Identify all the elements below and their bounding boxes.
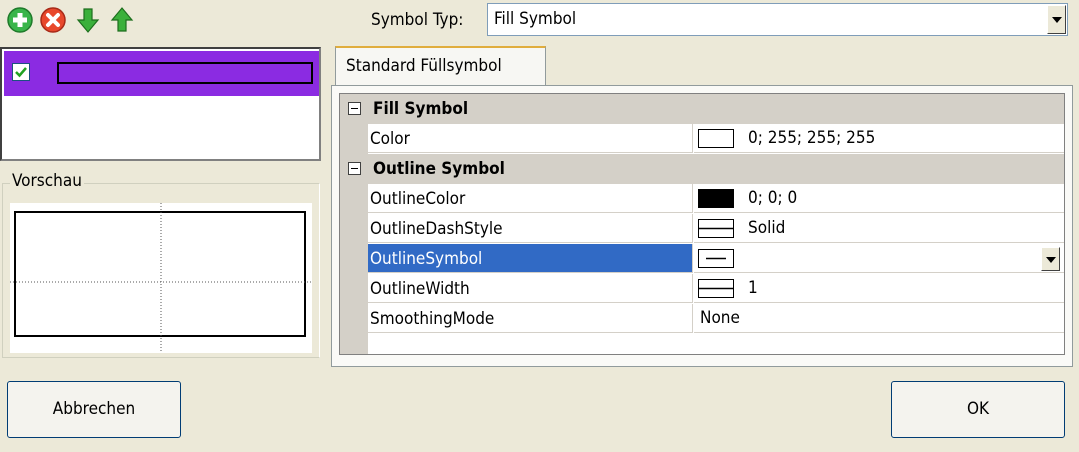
property-row-smoothing-mode[interactable]: SmoothingMode None [340, 304, 1064, 334]
remove-icon[interactable] [39, 6, 67, 34]
property-name: SmoothingMode [370, 309, 495, 329]
property-value[interactable]: None [700, 304, 740, 333]
solid-line-icon [698, 219, 734, 238]
property-value[interactable]: Solid [748, 214, 785, 243]
line-symbol-icon [698, 249, 734, 268]
property-name: Color [370, 129, 410, 149]
chevron-down-icon [1046, 257, 1056, 263]
property-value[interactable]: 0; 0; 0 [748, 184, 797, 213]
layer-visible-checkbox[interactable] [12, 63, 30, 81]
tab-label: Standard Füllsymbol [346, 56, 502, 76]
add-icon[interactable] [6, 6, 34, 34]
cancel-button-label: Abbrechen [52, 399, 136, 419]
property-name: OutlineDashStyle [370, 219, 503, 239]
preview-crosshair [10, 203, 312, 353]
dropdown-button[interactable] [1047, 5, 1066, 34]
property-row-outline-dash-style[interactable]: OutlineDashStyle Solid [340, 214, 1064, 244]
color-swatch [698, 129, 734, 148]
property-name: OutlineSymbol [370, 249, 483, 269]
property-value[interactable]: 0; 255; 255; 255 [748, 124, 875, 153]
line-width-icon [698, 279, 734, 298]
category-label: Outline Symbol [373, 159, 505, 179]
property-value[interactable]: 1 [748, 274, 758, 303]
ok-button[interactable]: OK [891, 381, 1065, 438]
collapse-icon[interactable] [348, 102, 361, 115]
preview-legend: Vorschau [10, 171, 84, 191]
layer-list[interactable] [0, 47, 321, 161]
property-row-outline-symbol[interactable]: OutlineSymbol [340, 244, 1064, 274]
tab-standard-fuellsymbol[interactable]: Standard Füllsymbol [335, 46, 546, 86]
move-down-icon[interactable] [74, 6, 102, 34]
cancel-button[interactable]: Abbrechen [7, 381, 181, 438]
property-name: OutlineColor [370, 189, 466, 209]
outline-symbol-dropdown-button[interactable] [1041, 247, 1060, 271]
property-row-color[interactable]: Color 0; 255; 255; 255 [340, 124, 1064, 154]
symbol-type-value: Fill Symbol [494, 9, 577, 29]
layer-symbol-swatch [57, 62, 313, 84]
ok-button-label: OK [966, 399, 990, 419]
move-up-icon[interactable] [108, 6, 136, 34]
property-grid[interactable]: Fill Symbol Color 0; 255; 255; 255 Outli… [339, 93, 1065, 355]
checkmark-icon [15, 67, 27, 78]
category-fill-symbol[interactable]: Fill Symbol [340, 94, 1064, 124]
property-name: OutlineWidth [370, 279, 470, 299]
collapse-icon[interactable] [348, 162, 361, 175]
list-item[interactable] [4, 51, 319, 96]
symbol-type-label: Symbol Typ: [371, 10, 464, 30]
chevron-down-icon [1052, 17, 1062, 23]
property-row-outline-width[interactable]: OutlineWidth 1 [340, 274, 1064, 304]
property-row-outline-color[interactable]: OutlineColor 0; 0; 0 [340, 184, 1064, 214]
color-swatch [698, 189, 734, 208]
category-outline-symbol[interactable]: Outline Symbol [340, 154, 1064, 184]
category-label: Fill Symbol [373, 99, 469, 119]
symbol-type-dropdown[interactable]: Fill Symbol [487, 3, 1068, 36]
preview-canvas [10, 203, 312, 353]
grid-empty-area [340, 334, 1064, 354]
